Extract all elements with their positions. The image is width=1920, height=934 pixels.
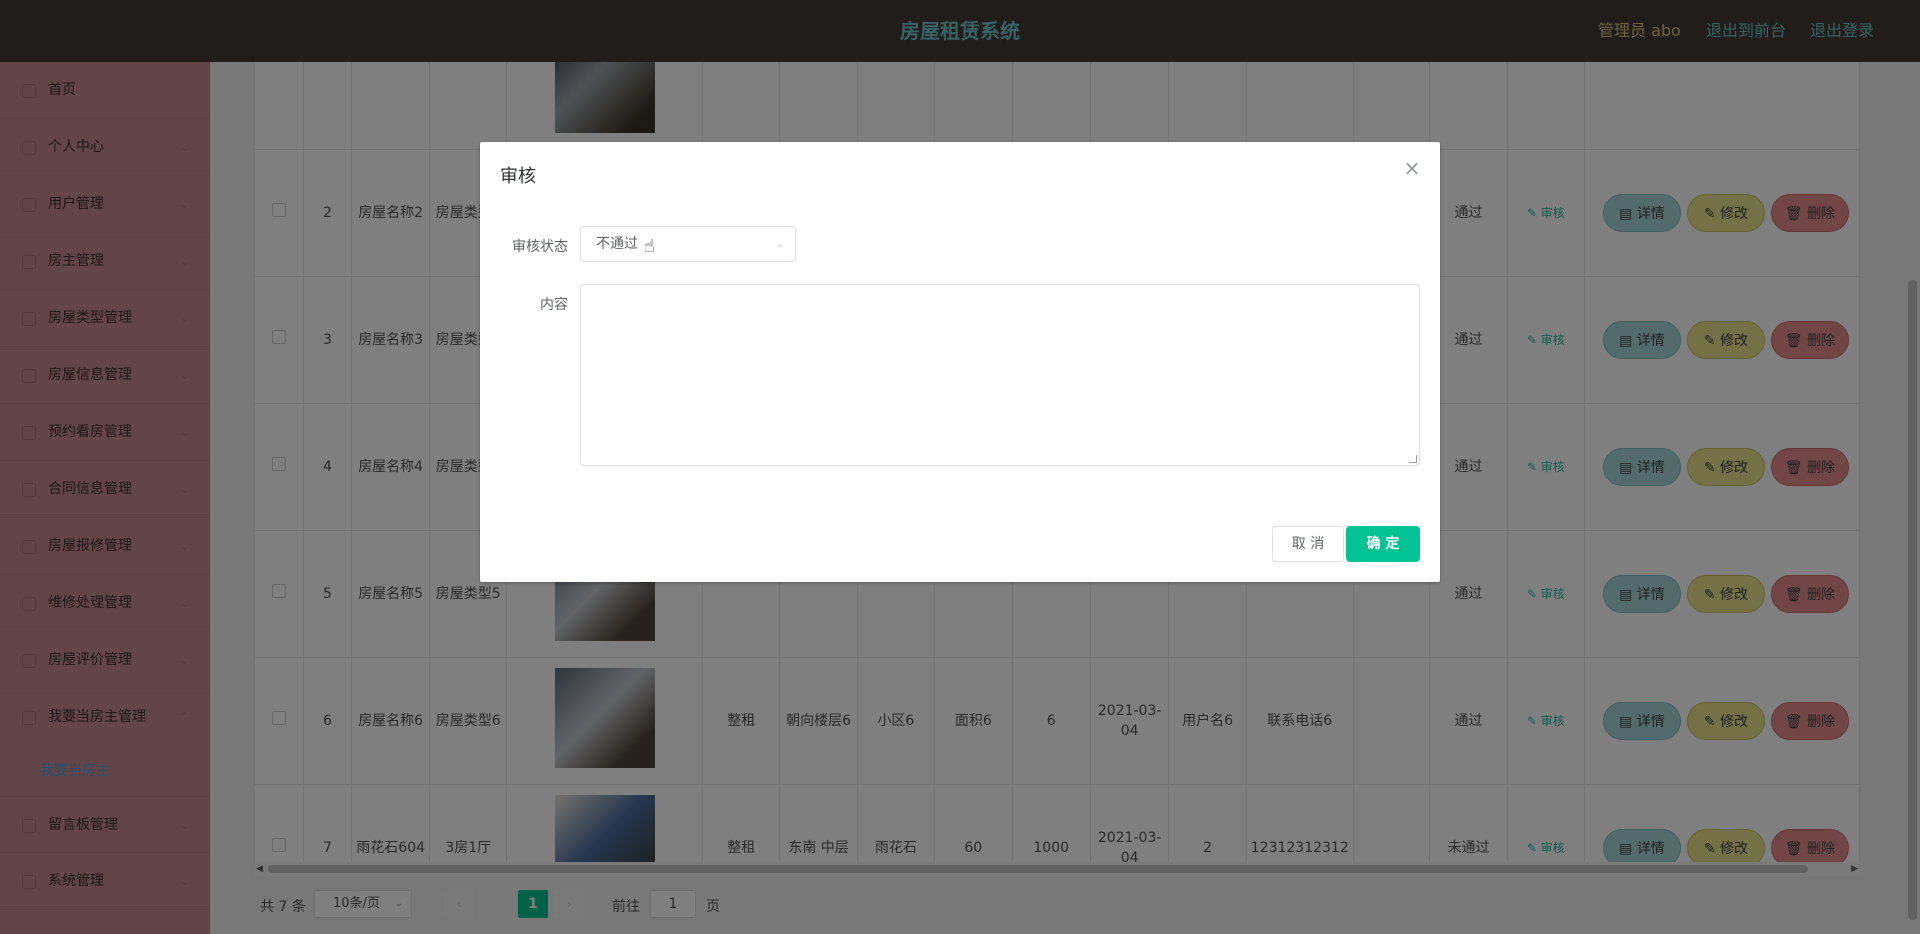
status-select[interactable]: 不通过 ⌄: [580, 226, 796, 262]
content-label: 内容: [540, 297, 568, 313]
status-select-value: 不通过: [596, 236, 638, 252]
hand-cursor-icon: ☝: [644, 236, 655, 257]
status-label: 审核状态: [512, 239, 568, 255]
confirm-button[interactable]: 确 定: [1346, 526, 1420, 562]
close-icon[interactable]: ×: [1402, 158, 1422, 178]
chevron-down-icon: ⌄: [775, 237, 785, 250]
audit-dialog: 审核 × 审核状态 不通过 ⌄ ☝ 内容 取 消 确 定: [480, 142, 1440, 582]
resize-grip-icon[interactable]: [1409, 455, 1417, 463]
content-textarea[interactable]: [580, 284, 1420, 466]
cancel-button[interactable]: 取 消: [1272, 526, 1344, 562]
dialog-title: 审核: [500, 166, 536, 187]
